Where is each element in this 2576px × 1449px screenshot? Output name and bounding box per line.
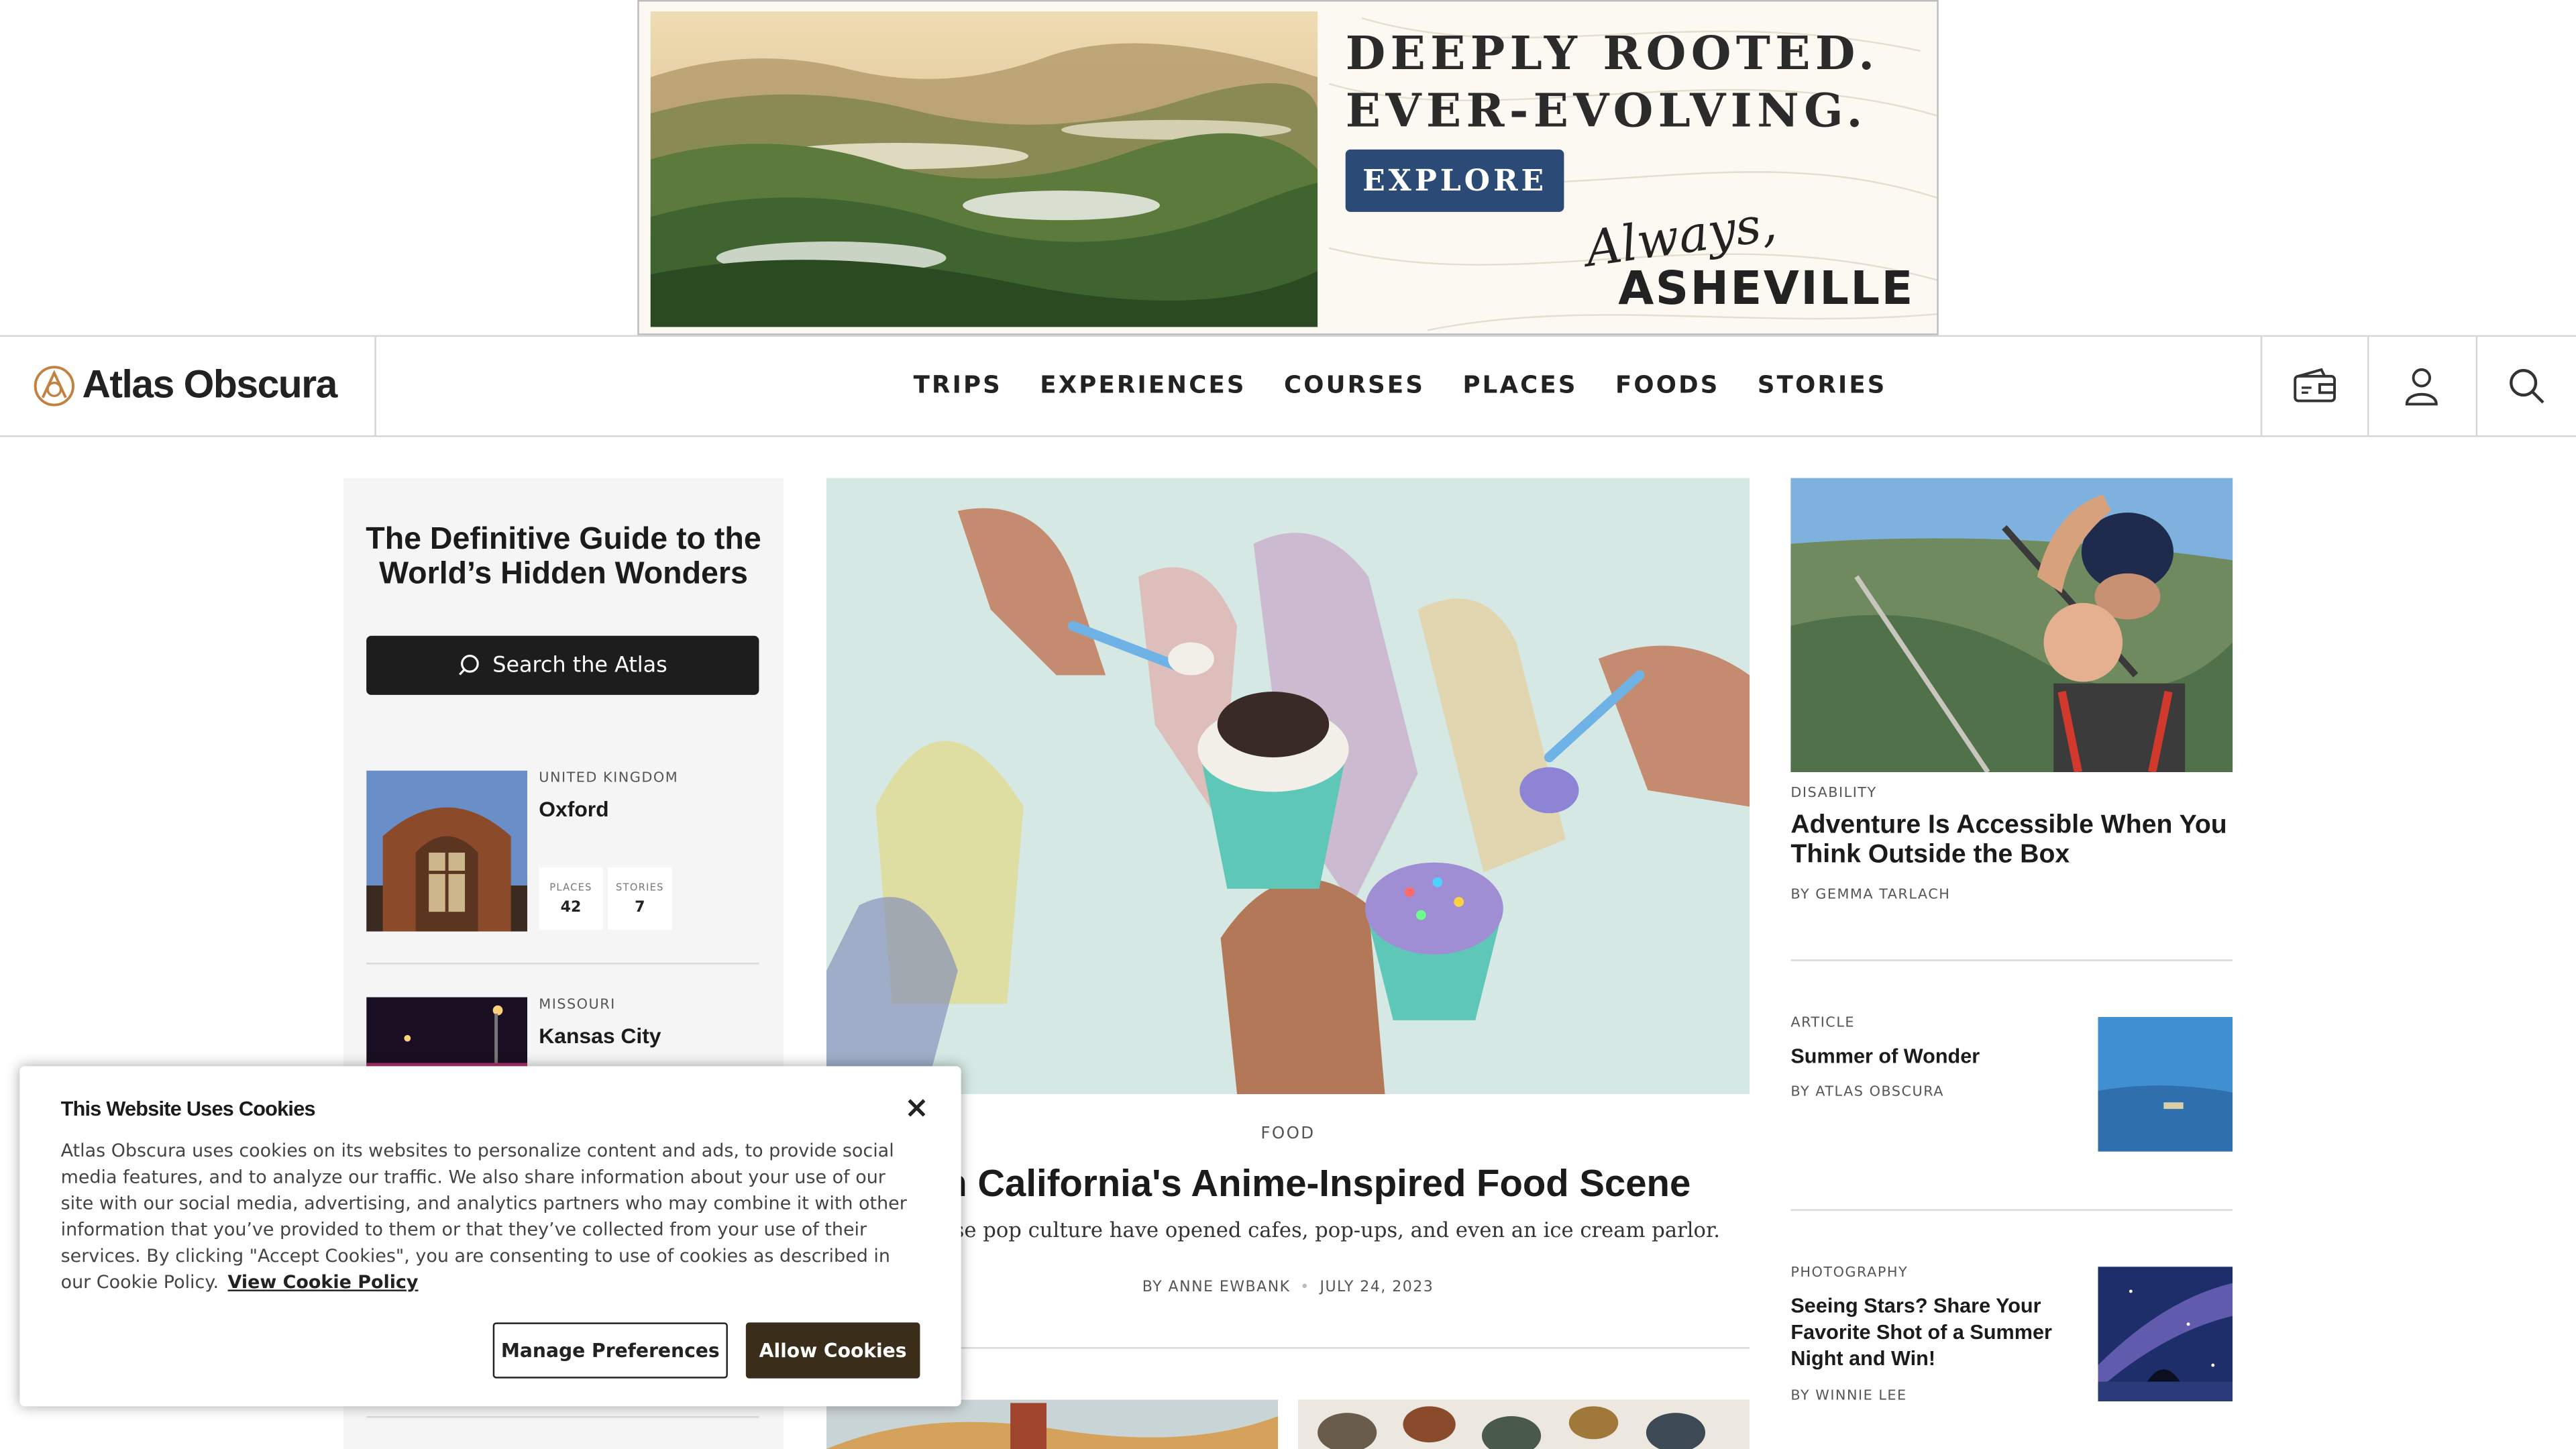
ad-headline-line2: EVER-EVOLVING.: [1345, 83, 1868, 138]
story-thumbnail[interactable]: [2098, 1016, 2233, 1152]
close-icon[interactable]: ×: [902, 1093, 931, 1124]
nav-links: TRIPS EXPERIENCES COURSES PLACES FOODS S…: [914, 337, 1887, 435]
oxford-image: [366, 770, 528, 932]
nav-link-stories[interactable]: STORIES: [1758, 373, 1887, 399]
search-atlas-label: Search the Atlas: [492, 653, 667, 678]
stories-value: 7: [635, 900, 645, 917]
byline-separator: •: [1300, 1279, 1310, 1297]
hero-dek: of Japanese pop culture have opened cafe…: [855, 1217, 1720, 1242]
nav-link-foods[interactable]: FOODS: [1615, 373, 1720, 399]
account-button[interactable]: [2369, 337, 2474, 435]
article-thumbnail[interactable]: [1297, 1399, 1750, 1449]
cookie-body-text: Atlas Obscura uses cookies on its websit…: [60, 1140, 907, 1293]
atlas-logo-icon: [34, 366, 74, 407]
places-value: 42: [560, 900, 582, 917]
nav-link-trips[interactable]: TRIPS: [914, 373, 1002, 399]
story-title[interactable]: Summer of Wonder: [1790, 1043, 2070, 1069]
logo-text: Atlas Obscura: [82, 363, 337, 408]
destination-country: MISSOURI: [539, 997, 616, 1014]
destination-name: Kansas City: [539, 1023, 661, 1049]
hero-title[interactable]: hern California's Anime-Inspired Food Sc…: [826, 1161, 1750, 1205]
nav-divider: [374, 337, 376, 435]
story-tag[interactable]: ARTICLE: [1790, 1015, 1855, 1031]
divider: [366, 1416, 759, 1418]
divider: [826, 1347, 1750, 1349]
manage-preferences-button[interactable]: Manage Preferences: [492, 1322, 728, 1379]
main-nav: Atlas Obscura TRIPS EXPERIENCES COURSES …: [0, 335, 2576, 437]
cookie-policy-link[interactable]: View Cookie Policy: [227, 1272, 418, 1293]
story-tag[interactable]: PHOTOGRAPHY: [1790, 1265, 1908, 1281]
featured-story-byline[interactable]: BY GEMMA TARLACH: [1790, 887, 1950, 903]
stories-label: STORIES: [616, 882, 664, 894]
stories-count: STORIES 7: [608, 867, 672, 930]
divider: [366, 963, 759, 965]
places-count: PLACES 42: [539, 867, 603, 930]
story-byline[interactable]: BY WINNIE LEE: [1790, 1388, 1907, 1404]
nav-link-experiences[interactable]: EXPERIENCES: [1040, 373, 1246, 399]
nav-link-places[interactable]: PLACES: [1462, 373, 1577, 399]
hero-author[interactable]: BY ANNE EWBANK: [1142, 1280, 1291, 1296]
story-thumbnail[interactable]: [2098, 1267, 2233, 1401]
hero-byline: BY ANNE EWBANK • JULY 24, 2023: [826, 1280, 1750, 1296]
wallet-icon: [2294, 368, 2336, 402]
destination-card[interactable]: UNITED KINGDOM Oxford PLACES 42 STORIES …: [366, 770, 759, 932]
wallet-button[interactable]: [2262, 337, 2367, 435]
site-search-button[interactable]: [2474, 337, 2576, 435]
search-icon: [2510, 369, 2544, 404]
search-atlas-button[interactable]: Search the Atlas: [366, 635, 759, 695]
hero-category-tag[interactable]: FOOD: [826, 1126, 1750, 1144]
guide-title: The Definitive Guide to the World’s Hidd…: [366, 522, 761, 592]
featured-story-image[interactable]: [1790, 478, 2233, 773]
destination-country: UNITED KINGDOM: [539, 770, 679, 788]
destination-name: Oxford: [539, 796, 609, 822]
cookie-title: This Website Uses Cookies: [60, 1097, 316, 1121]
divider: [1790, 959, 2233, 961]
cookie-body: Atlas Obscura uses cookies on its websit…: [61, 1138, 907, 1296]
allow-cookies-button[interactable]: Allow Cookies: [745, 1322, 920, 1379]
page: DEEPLY ROOTED. EVER-EVOLVING. EXPLORE Al…: [0, 0, 2576, 1449]
hero-image[interactable]: [826, 478, 1750, 1095]
places-label: PLACES: [549, 882, 592, 894]
story-byline[interactable]: BY ATLAS OBSCURA: [1790, 1084, 1944, 1100]
featured-story-title[interactable]: Adventure Is Accessible When You Think O…: [1790, 812, 2233, 871]
ad-banner[interactable]: DEEPLY ROOTED. EVER-EVOLVING. EXPLORE Al…: [637, 0, 1939, 335]
user-icon: [2405, 368, 2438, 406]
ad-headline: DEEPLY ROOTED. EVER-EVOLVING.: [1346, 25, 1880, 140]
site-logo[interactable]: Atlas Obscura: [33, 363, 337, 409]
hero-date: JULY 24, 2023: [1320, 1279, 1434, 1297]
nav-link-courses[interactable]: COURSES: [1284, 373, 1425, 399]
ad-headline-line1: DEEPLY ROOTED.: [1345, 26, 1880, 81]
search-icon: [458, 655, 479, 676]
story-title[interactable]: Seeing Stars? Share Your Favorite Shot o…: [1790, 1293, 2053, 1372]
cookie-consent-dialog: This Website Uses Cookies × Atlas Obscur…: [19, 1066, 961, 1407]
article-thumbnail[interactable]: [826, 1399, 1279, 1449]
ad-landscape-image: [650, 11, 1318, 327]
divider: [1790, 1209, 2233, 1211]
featured-story-tag[interactable]: DISABILITY: [1790, 786, 1876, 802]
ad-explore-button[interactable]: EXPLORE: [1345, 149, 1564, 212]
ad-brand-name: ASHEVILLE: [1618, 261, 1915, 316]
